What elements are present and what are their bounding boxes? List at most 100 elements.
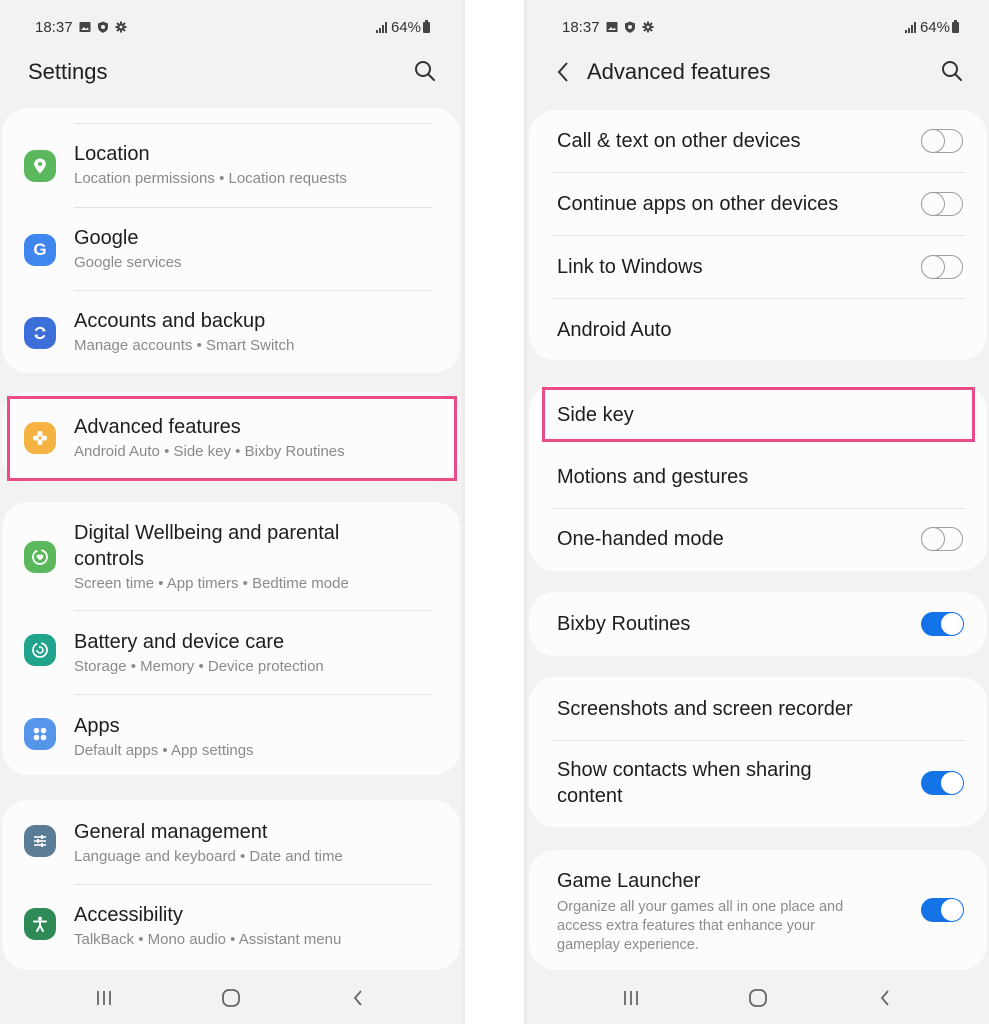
gear-icon — [642, 21, 654, 33]
chevron-left-icon — [557, 62, 568, 82]
item-subtitle: Screen time • App timers • Bedtime mode — [74, 575, 349, 592]
show-contacts-toggle[interactable] — [921, 771, 964, 795]
back-button[interactable] — [865, 983, 905, 1013]
recent-apps-button[interactable] — [611, 983, 651, 1013]
home-button[interactable] — [738, 983, 778, 1013]
item-title: Apps — [74, 715, 120, 737]
settings-item-digital-wellbeing[interactable]: Digital Wellbeing and parental controls … — [2, 502, 460, 610]
navigation-bar — [527, 972, 989, 1024]
item-title: Call & text on other devices — [557, 130, 801, 152]
google-g-icon: G — [24, 234, 56, 266]
recent-apps-button[interactable] — [84, 983, 124, 1013]
item-title: Accounts and backup — [74, 310, 266, 332]
item-subtitle: Default apps • App settings — [74, 742, 254, 759]
item-title: Link to Windows — [557, 256, 703, 278]
recent-apps-icon — [623, 991, 638, 1005]
item-title: Location — [74, 143, 150, 165]
link-to-windows-toggle[interactable] — [921, 254, 963, 279]
setting-side-key[interactable]: Side key — [529, 385, 987, 445]
search-icon[interactable] — [414, 60, 436, 82]
setting-show-contacts-sharing[interactable]: Show contacts when sharing content — [529, 741, 987, 827]
navigation-bar — [0, 972, 462, 1024]
setting-one-handed-mode[interactable]: One-handed mode — [529, 509, 987, 571]
setting-continue-apps-other-devices[interactable]: Continue apps on other devices — [529, 173, 987, 235]
setting-game-launcher[interactable]: Game Launcher Organize all your games al… — [529, 850, 987, 970]
item-title: Google — [74, 227, 139, 249]
item-title-line1: Digital Wellbeing and parental — [74, 522, 340, 544]
page-title: Settings — [28, 59, 108, 84]
apps-grid-icon — [24, 718, 56, 750]
settings-screen: 18:37 64% Settings Location Location per… — [0, 0, 462, 1024]
item-title: Side key — [557, 404, 634, 426]
search-icon[interactable] — [941, 60, 963, 82]
toggle-knob — [921, 191, 945, 216]
item-description-line3: gameplay experience. — [557, 937, 699, 953]
panel-divider — [462, 0, 527, 1024]
gallery-icon — [606, 22, 618, 32]
toggle-knob — [940, 898, 964, 922]
back-icon — [354, 990, 362, 1006]
toggle-knob — [921, 526, 945, 551]
item-title-line2: controls — [74, 548, 145, 570]
back-button[interactable] — [338, 983, 378, 1013]
one-handed-mode-toggle[interactable] — [921, 526, 963, 551]
sync-icon — [24, 317, 56, 349]
recent-apps-icon — [96, 991, 111, 1005]
setting-call-text-other-devices[interactable]: Call & text on other devices — [529, 110, 987, 172]
status-bar: 18:37 64% — [562, 16, 959, 38]
item-subtitle: TalkBack • Mono audio • Assistant menu — [74, 931, 342, 948]
page-title: Advanced features — [587, 59, 771, 84]
item-title-line2: content — [557, 785, 623, 807]
setting-screenshots-recorder[interactable]: Screenshots and screen recorder — [529, 677, 987, 740]
call-text-toggle[interactable] — [921, 128, 963, 153]
settings-item-location[interactable]: Location Location permissions • Location… — [2, 130, 460, 206]
divider — [74, 207, 432, 208]
battery-icon — [952, 19, 959, 33]
game-launcher-toggle[interactable] — [921, 898, 964, 922]
settings-item-google[interactable]: G Google Google services — [2, 214, 460, 290]
divider — [74, 290, 432, 291]
advanced-group-capture-sharing: Screenshots and screen recorder Show con… — [529, 677, 987, 827]
settings-item-advanced-features[interactable]: Advanced features Android Auto • Side ke… — [2, 392, 460, 482]
navigate-back-button[interactable] — [553, 60, 573, 84]
status-time: 18:37 — [35, 18, 73, 36]
settings-item-accessibility[interactable]: Accessibility TalkBack • Mono audio • As… — [2, 886, 460, 968]
advanced-group-bixby: Bixby Routines — [529, 592, 987, 656]
setting-android-auto[interactable]: Android Auto — [529, 299, 987, 360]
setting-bixby-routines[interactable]: Bixby Routines — [529, 592, 987, 656]
settings-group-connections: Location Location permissions • Location… — [2, 108, 460, 373]
location-pin-icon — [24, 150, 56, 182]
item-title: Accessibility — [74, 904, 183, 926]
item-description-line2: access extra features that enhance your — [557, 918, 815, 934]
advanced-group-controls: Side key Motions and gestures One-handed… — [529, 385, 987, 571]
advanced-group-games: Game Launcher Organize all your games al… — [529, 850, 987, 970]
settings-group-advanced: Advanced features Android Auto • Side ke… — [2, 392, 460, 482]
toggle-knob — [940, 612, 964, 636]
home-button[interactable] — [211, 983, 251, 1013]
shield-icon — [97, 21, 108, 33]
divider — [74, 123, 432, 124]
item-title: Android Auto — [557, 319, 672, 341]
toggle-knob — [940, 771, 964, 795]
continue-apps-toggle[interactable] — [921, 191, 963, 216]
advanced-features-screen: 18:37 64% Advanced features Call & text … — [527, 0, 989, 1024]
shield-icon — [624, 21, 635, 33]
settings-item-accounts-backup[interactable]: Accounts and backup Manage accounts • Sm… — [2, 297, 460, 373]
item-description-line1: Organize all your games all in one place… — [557, 899, 844, 915]
settings-item-battery-device-care[interactable]: Battery and device care Storage • Memory… — [2, 612, 460, 694]
battery-percent: 64% — [390, 18, 421, 36]
bixby-routines-toggle[interactable] — [921, 612, 964, 636]
back-icon — [881, 990, 889, 1006]
advanced-group-connected: Call & text on other devices Continue ap… — [529, 110, 987, 360]
settings-item-apps[interactable]: Apps Default apps • App settings — [2, 696, 460, 776]
settings-item-general-management[interactable]: General management Language and keyboard… — [2, 800, 460, 884]
app-bar: Advanced features — [527, 52, 989, 92]
setting-link-to-windows[interactable]: Link to Windows — [529, 236, 987, 298]
battery-percent: 64% — [919, 18, 950, 36]
item-subtitle: Manage accounts • Smart Switch — [74, 337, 295, 354]
item-subtitle: Storage • Memory • Device protection — [74, 658, 324, 675]
item-subtitle: Language and keyboard • Date and time — [74, 848, 343, 865]
setting-motions-gestures[interactable]: Motions and gestures — [529, 447, 987, 507]
gear-icon — [115, 21, 127, 33]
divider — [74, 884, 432, 885]
